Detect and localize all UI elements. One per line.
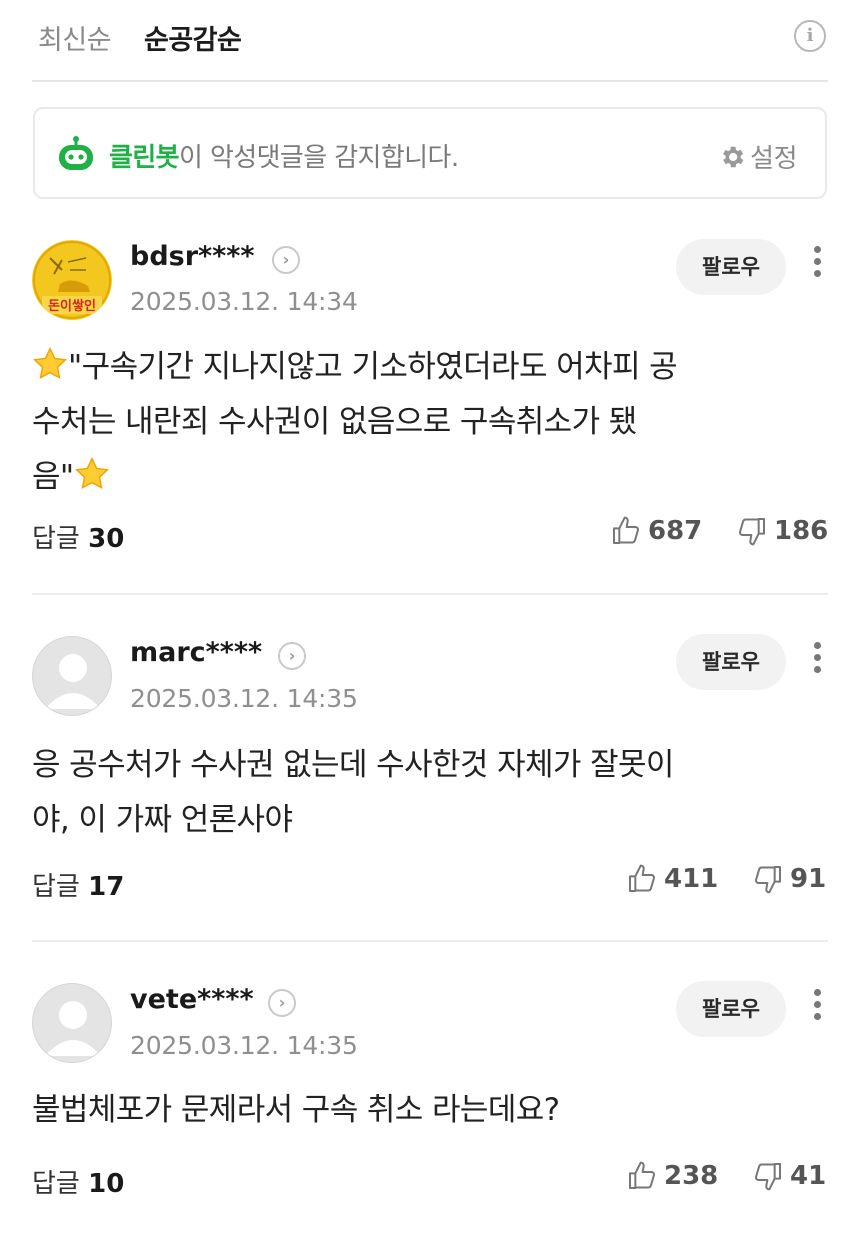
dislike-count: 91: [790, 864, 827, 894]
dislike-button[interactable]: 186: [736, 515, 828, 547]
comment-text: "구속기간 지나지않고 기소하였더라도 어차피 공 수처는 내란죄 수사권이 없…: [32, 340, 792, 505]
comment-text-line: "구속기간 지나지않고 기소하였더라도 어차피 공: [32, 340, 792, 395]
like-button[interactable]: 238: [626, 1160, 718, 1192]
comment-text-line: 불법체포가 문제라서 구속 취소 라는데요?: [32, 1092, 560, 1128]
chevron-right-icon[interactable]: ›: [278, 642, 306, 670]
thumbs-up-icon: [629, 864, 655, 892]
dislike-count: 186: [774, 516, 829, 546]
comment-text-line: 수처는 내란죄 수사권이 없음으로 구속취소가 됐: [32, 404, 637, 440]
reply-count: 30: [88, 524, 125, 554]
info-icon[interactable]: i: [794, 20, 826, 52]
follow-button[interactable]: 팔로우: [676, 981, 786, 1037]
reply-count: 10: [88, 1169, 125, 1199]
chevron-right-icon[interactable]: ›: [272, 246, 300, 274]
cleanbot-message-text: 이 악성댓글을 감지합니다.: [178, 143, 459, 173]
reply-count: 17: [88, 872, 125, 902]
timestamp: 2025.03.12. 14:35: [130, 1031, 358, 1060]
username[interactable]: vete****: [130, 984, 254, 1015]
star-emoji-icon: [74, 456, 109, 490]
like-button[interactable]: 411: [626, 863, 718, 895]
reply-button[interactable]: 답글 30: [32, 518, 124, 555]
like-count: 238: [664, 1161, 719, 1191]
comment-text: 불법체포가 문제라서 구속 취소 라는데요?: [32, 1083, 792, 1138]
cleanbot-settings-button[interactable]: 설정: [718, 138, 797, 175]
thumbs-up-icon: [613, 516, 639, 544]
like-count: 687: [648, 516, 703, 546]
thumbs-down-icon: [755, 866, 781, 894]
cleanbot-message: 클린봇이 악성댓글을 감지합니다.: [109, 137, 459, 174]
star-emoji-icon: [33, 346, 67, 380]
thumbs-down-icon: [739, 518, 765, 546]
avatar-image-text: 돈이쌓인: [48, 298, 96, 314]
timestamp: 2025.03.12. 14:34: [130, 287, 358, 316]
sort-bar: 최신순 순공감순 i: [32, 0, 828, 82]
reply-button[interactable]: 답글 17: [32, 866, 124, 903]
settings-label: 설정: [750, 144, 797, 174]
comment-text-line: 응 공수처가 수사권 없는데 수사한것 자체가 잘못이: [32, 747, 674, 783]
more-options-icon[interactable]: [808, 989, 826, 1029]
default-user-icon: [45, 654, 101, 709]
more-options-icon[interactable]: [808, 246, 826, 286]
dislike-count: 41: [790, 1161, 827, 1191]
avatar-image: 돈이쌓인: [32, 240, 112, 320]
dislike-button[interactable]: 91: [752, 863, 826, 895]
chevron-right-icon[interactable]: ›: [268, 989, 296, 1017]
dislike-button[interactable]: 41: [752, 1160, 826, 1192]
comment-text: 응 공수처가 수사권 없는데 수사한것 자체가 잘못이 야, 이 가짜 언론사야: [32, 738, 792, 848]
more-options-icon[interactable]: [808, 642, 826, 682]
follow-button[interactable]: 팔로우: [676, 634, 786, 690]
cleanbot-notice: 클린봇이 악성댓글을 감지합니다. 설정: [33, 107, 827, 199]
gear-icon: [723, 146, 744, 167]
avatar[interactable]: [32, 983, 112, 1063]
avatar[interactable]: 돈이쌓인: [32, 240, 112, 320]
like-count: 411: [664, 864, 719, 894]
like-button[interactable]: 687: [610, 515, 702, 547]
follow-button[interactable]: 팔로우: [676, 239, 786, 295]
sort-empathy-tab[interactable]: 순공감순: [144, 18, 242, 57]
reply-button[interactable]: 답글 10: [32, 1163, 124, 1200]
sort-latest-tab[interactable]: 최신순: [38, 18, 112, 57]
default-user-icon: [45, 1001, 101, 1056]
cleanbot-brand[interactable]: 클린봇: [109, 143, 180, 173]
timestamp: 2025.03.12. 14:35: [130, 684, 358, 713]
thumbs-down-icon: [755, 1163, 781, 1191]
divider: [32, 940, 828, 942]
comment-page: 최신순 순공감순 i 클린봇이 악성댓글을 감지합니다. 설정 돈이쌓인 bds…: [0, 0, 860, 1235]
divider: [32, 593, 828, 595]
comment-text-line: 음": [32, 450, 792, 505]
thumbs-up-icon: [629, 1161, 655, 1189]
username[interactable]: marc****: [130, 637, 262, 668]
cleanbot-robot-icon: [59, 136, 93, 170]
avatar[interactable]: [32, 636, 112, 716]
username[interactable]: bdsr****: [130, 241, 255, 272]
comment-text-line: 야, 이 가짜 언론사야: [32, 802, 293, 838]
